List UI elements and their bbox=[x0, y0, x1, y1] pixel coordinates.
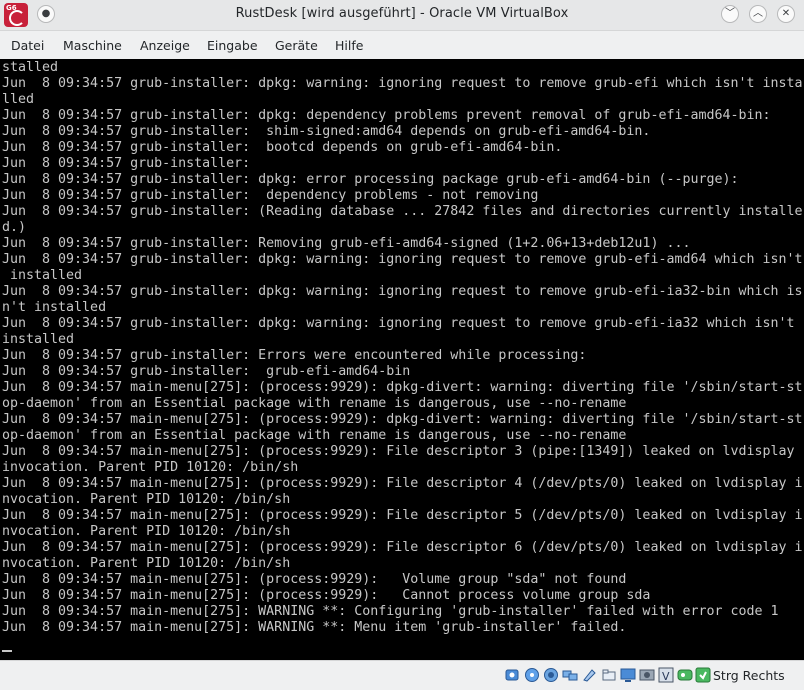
menu-eingabe[interactable]: Eingabe bbox=[207, 38, 258, 53]
close-icon: ✕ bbox=[781, 8, 791, 19]
audio-icon[interactable] bbox=[543, 667, 559, 683]
menu-maschine[interactable]: Maschine bbox=[63, 38, 122, 53]
mouse-integration-icon[interactable] bbox=[695, 667, 711, 683]
window-title: RustDesk [wird ausgeführt] - Oracle VM V… bbox=[235, 6, 569, 21]
console-output: stalled Jun 8 09:34:57 grub-installer: d… bbox=[2, 60, 803, 635]
chevron-down-icon: ﹀ bbox=[725, 8, 735, 19]
window-titlebar[interactable]: G6 ● RustDesk [wird ausgeführt] - Oracle… bbox=[0, 0, 804, 31]
statusbar: V Strg Rechts bbox=[0, 660, 804, 690]
menu-geraete[interactable]: Geräte bbox=[275, 38, 318, 53]
maximize-button[interactable]: ︿ bbox=[749, 5, 767, 23]
console-cursor bbox=[2, 650, 12, 652]
hard-disk-icon[interactable] bbox=[504, 667, 520, 683]
chevron-up-icon: ︿ bbox=[753, 8, 763, 19]
menu-hilfe[interactable]: Hilfe bbox=[335, 38, 363, 53]
svg-text:V: V bbox=[662, 670, 670, 683]
display-icon[interactable] bbox=[620, 667, 636, 683]
menu-datei[interactable]: Datei bbox=[11, 38, 44, 53]
vm-console-screen[interactable]: stalled Jun 8 09:34:57 grub-installer: d… bbox=[0, 59, 804, 660]
menu-anzeige[interactable]: Anzeige bbox=[140, 38, 190, 53]
optical-drive-icon[interactable] bbox=[524, 667, 540, 683]
close-button[interactable]: ✕ bbox=[777, 5, 795, 23]
minimize-button[interactable]: ﹀ bbox=[721, 5, 739, 23]
shared-folders-icon[interactable] bbox=[601, 667, 617, 683]
menubar: Datei Maschine Anzeige Eingabe Geräte Hi… bbox=[0, 31, 804, 59]
host-key-label[interactable]: Strg Rechts bbox=[713, 668, 785, 683]
usb-icon[interactable] bbox=[581, 667, 597, 683]
cpu-icon[interactable] bbox=[677, 667, 693, 683]
network-icon[interactable] bbox=[562, 667, 578, 683]
video-capture-icon[interactable] bbox=[639, 667, 655, 683]
guest-additions-icon[interactable]: V bbox=[658, 667, 674, 683]
